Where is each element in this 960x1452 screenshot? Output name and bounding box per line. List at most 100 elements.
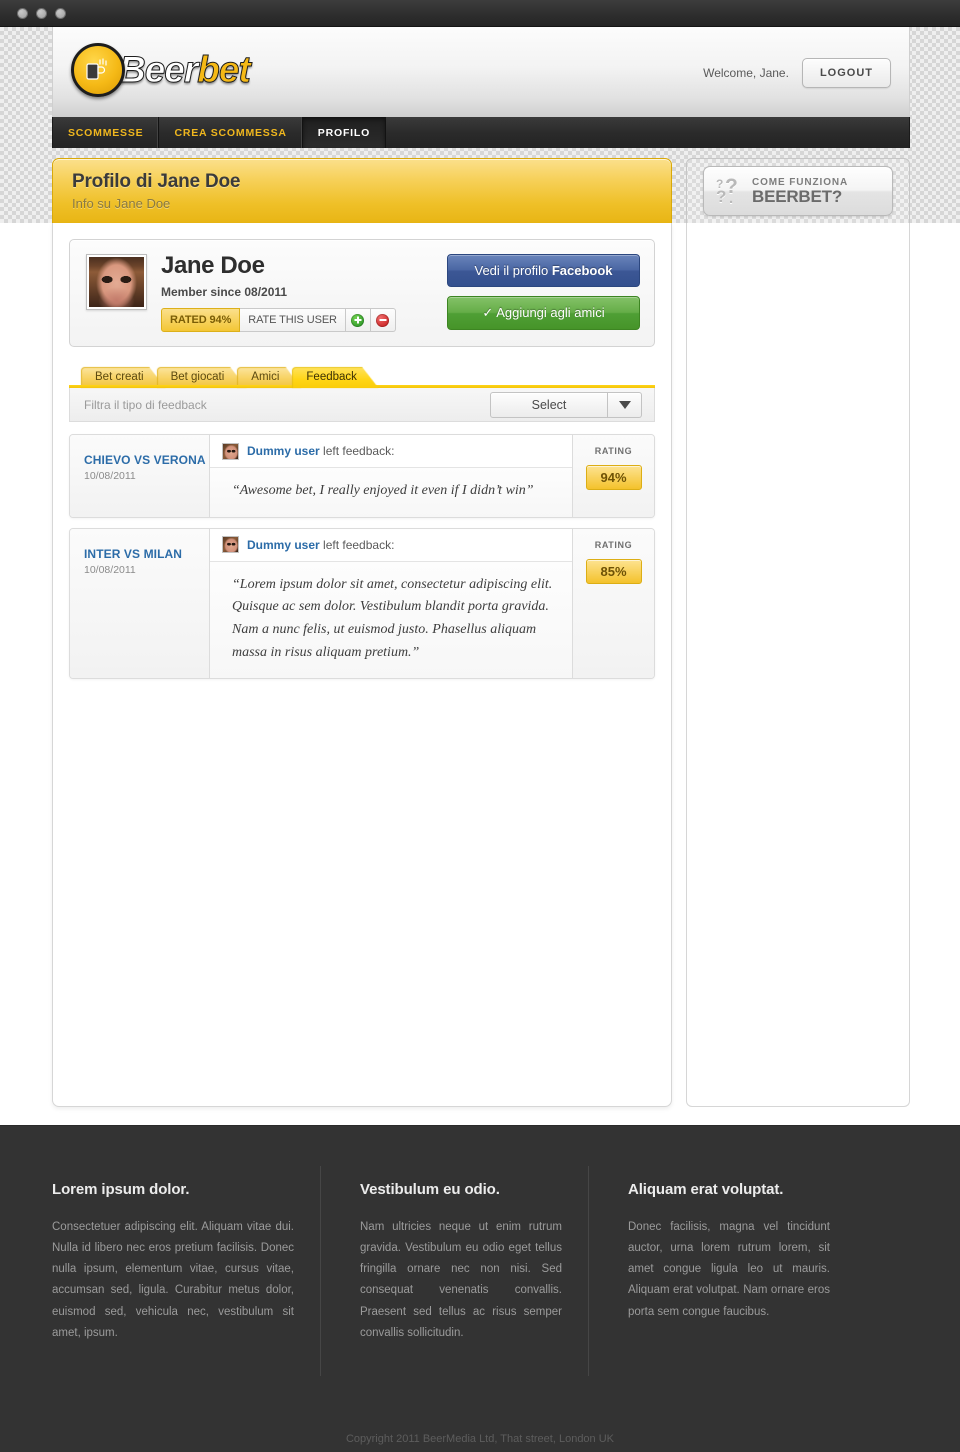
- feedback-author-name[interactable]: Dummy user: [247, 444, 320, 458]
- copyright-text: Copyright 2011 BeerMedia Ltd, That stree…: [345, 1433, 615, 1445]
- feedback-filter-bar: Filtra il tipo di feedback Select: [69, 388, 655, 422]
- avatar-image: [89, 257, 144, 307]
- feedback-match-cell: CHIEVO VS VERONA 10/08/2011: [70, 435, 210, 517]
- match-name[interactable]: INTER VS MILAN: [84, 547, 209, 561]
- beer-mug-icon: [71, 43, 125, 97]
- match-date: 10/08/2011: [84, 563, 136, 576]
- footer-column-2-text: Nam ultricies neque ut enim rutrum gravi…: [360, 1221, 562, 1339]
- browser-window-chrome: [0, 0, 960, 27]
- footer-column-2-title: Vestibulum eu odio.: [360, 1181, 500, 1198]
- feedback-quote: “Lorem ipsum dolor sit amet, consectetur…: [210, 561, 572, 679]
- content-columns: Jane Doe Member since 08/2011 RATED 94% …: [52, 223, 910, 1107]
- logout-button[interactable]: LOGOUT: [801, 58, 891, 88]
- tab-feedback-label: Feedback: [306, 371, 357, 383]
- feedback-author-row: Dummy user left feedback:: [210, 435, 572, 468]
- footer-column-1-text: Consectetuer adipiscing elit. Aliquam vi…: [52, 1221, 294, 1339]
- minimize-window-icon[interactable]: [36, 8, 47, 19]
- feedback-author-row: Dummy user left feedback:: [210, 528, 572, 562]
- footer-column-3-text: Donec facilisis, magna vel tincidunt auc…: [628, 1221, 830, 1318]
- rate-down-button[interactable]: [370, 308, 396, 332]
- site-logo[interactable]: Beerbet: [71, 43, 251, 97]
- left-feedback-text: left feedback:: [319, 537, 395, 552]
- tab-bet-giocati-label: Bet giocati: [170, 371, 225, 383]
- how-it-works-line2: BEERBET?: [752, 186, 843, 206]
- user-avatar-icon: [222, 536, 239, 554]
- sidebar-header: ? ? ? . COME FUNZIONA BEERBET?: [686, 158, 910, 223]
- footer-divider: [320, 1166, 321, 1376]
- close-window-icon[interactable]: [17, 8, 28, 19]
- view-facebook-profile-button[interactable]: Vedi il profilo Facebook: [447, 254, 640, 287]
- rating-value-badge: 85%: [585, 558, 642, 584]
- main-content-panel: Jane Doe Member since 08/2011 RATED 94% …: [52, 223, 672, 1107]
- nav-item-crea-scommessa[interactable]: CREA SCOMMESSA: [159, 117, 303, 148]
- rating-controls: RATED 94% RATE THIS USER: [161, 308, 396, 332]
- tab-bet-creati-label: Bet creati: [95, 371, 144, 383]
- chevron-down-icon[interactable]: [608, 391, 642, 418]
- rated-badge: RATED 94%: [161, 308, 241, 332]
- feedback-list: CHIEVO VS VERONA 10/08/2011 Dummy user l…: [69, 434, 655, 680]
- how-it-works-line1: COME FUNZIONA: [752, 176, 849, 188]
- page-subtitle: Info su Jane Doe: [72, 196, 171, 211]
- footer-column-3: Aliquam erat voluptat. Donec facilisis, …: [588, 1166, 856, 1376]
- nav-item-profilo[interactable]: PROFILO: [302, 117, 387, 148]
- rate-up-button[interactable]: [345, 308, 371, 332]
- window-controls[interactable]: [17, 8, 66, 19]
- footer-column-3-title: Aliquam erat voluptat.: [628, 1181, 784, 1198]
- masthead: Beerbet Welcome, Jane. LOGOUT: [52, 27, 910, 117]
- match-name[interactable]: CHIEVO VS VERONA: [84, 453, 209, 467]
- feedback-quote: “Awesome bet, I really enjoyed it even i…: [210, 468, 572, 517]
- site-footer: Lorem ipsum dolor. Consectetuer adipisci…: [0, 1125, 960, 1452]
- question-marks-icon: ? ? ? .: [716, 175, 738, 207]
- feedback-rating-cell: RATING 94%: [572, 435, 654, 517]
- add-friend-button[interactable]: ✓ Aggiungi agli amici: [447, 296, 640, 330]
- left-feedback-text: left feedback:: [319, 444, 395, 458]
- footer-column-1: Lorem ipsum dolor. Consectetuer adipisci…: [52, 1181, 320, 1344]
- rating-column-label: RATING: [594, 446, 633, 456]
- welcome-message: Welcome, Jane.: [703, 66, 789, 80]
- feedback-rating-cell: RATING 85%: [572, 528, 654, 679]
- rating-value-badge: 94%: [585, 465, 642, 490]
- plus-circle-icon: [351, 313, 365, 327]
- logo-wordmark: Beerbet: [118, 43, 251, 97]
- filter-label: Filtra il tipo di feedback: [84, 397, 207, 412]
- rate-this-user-label: RATE THIS USER: [240, 308, 346, 332]
- minus-circle-icon: [376, 313, 390, 327]
- main-navigation: SCOMMESSE CREA SCOMMESSA PROFILO: [52, 117, 910, 148]
- feedback-body-cell: Dummy user left feedback: “Awesome bet, …: [210, 435, 572, 517]
- profile-actions: Vedi il profilo Facebook ✓ Aggiungi agli…: [447, 254, 640, 330]
- footer-column-1-title: Lorem ipsum dolor.: [52, 1181, 190, 1198]
- facebook-button-bold: Facebook: [551, 263, 613, 278]
- tab-feedback[interactable]: Feedback: [292, 366, 379, 388]
- sidebar-panel: [686, 223, 910, 1107]
- profile-info: Jane Doe Member since 08/2011 RATED 94% …: [161, 254, 396, 332]
- footer-divider: [588, 1166, 589, 1376]
- logo-text-beer: Beer: [118, 49, 198, 91]
- avatar: [86, 254, 147, 310]
- tab-amici-label: Amici: [251, 371, 280, 383]
- rating-column-label: RATING: [594, 539, 633, 550]
- page-header-row: Profilo di Jane Doe Info su Jane Doe ? ?…: [52, 158, 910, 223]
- page-title: Profilo di Jane Doe: [72, 171, 241, 192]
- profile-name: Jane Doe: [161, 252, 265, 279]
- member-since-text: Member since 08/2011: [161, 285, 288, 299]
- select-value[interactable]: Select: [490, 391, 608, 418]
- feedback-type-select[interactable]: Select: [490, 391, 642, 418]
- match-date: 10/08/2011: [84, 470, 136, 482]
- how-beerbet-works-button[interactable]: ? ? ? . COME FUNZIONA BEERBET?: [703, 166, 893, 216]
- nav-item-scommesse[interactable]: SCOMMESSE: [53, 117, 160, 148]
- page-header-banner: Profilo di Jane Doe Info su Jane Doe: [52, 158, 672, 223]
- feedback-match-cell: INTER VS MILAN 10/08/2011: [70, 528, 210, 679]
- profile-card: Jane Doe Member since 08/2011 RATED 94% …: [69, 239, 655, 347]
- facebook-button-text: Vedi il profilo: [474, 263, 552, 278]
- feedback-body-cell: Dummy user left feedback: “Lorem ipsum d…: [210, 528, 572, 679]
- feedback-author-name[interactable]: Dummy user: [247, 538, 320, 552]
- table-row: INTER VS MILAN 10/08/2011 Dummy user lef…: [69, 527, 655, 680]
- site-chrome: Beerbet Welcome, Jane. LOGOUT SCOMMESSE …: [52, 27, 910, 148]
- footer-column-2: Vestibulum eu odio. Nam ultricies neque …: [320, 1166, 588, 1376]
- user-session-area: Welcome, Jane. LOGOUT: [703, 58, 891, 88]
- table-row: CHIEVO VS VERONA 10/08/2011 Dummy user l…: [69, 434, 655, 518]
- footer-columns: Lorem ipsum dolor. Consectetuer adipisci…: [0, 1126, 960, 1376]
- tab-bar: Bet creati Bet giocati Amici Feedback: [69, 366, 655, 388]
- user-avatar-icon: [222, 442, 239, 460]
- zoom-window-icon[interactable]: [55, 8, 66, 19]
